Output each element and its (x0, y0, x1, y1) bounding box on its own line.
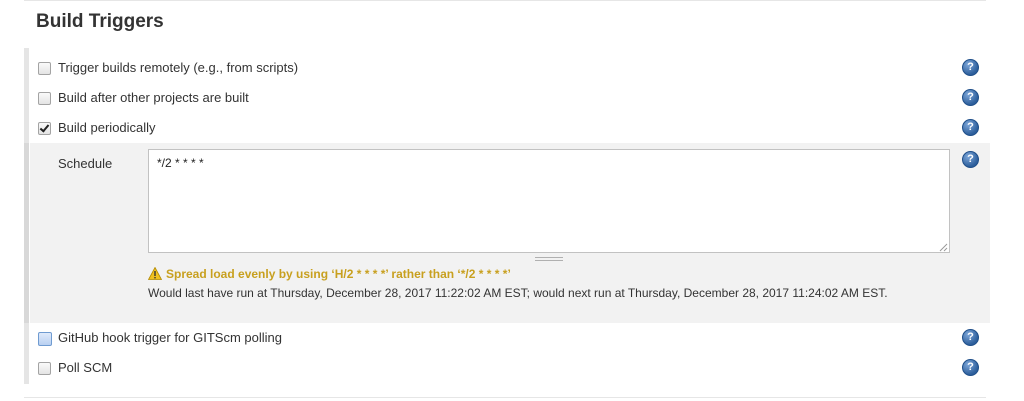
help-icon[interactable]: ? (962, 329, 979, 346)
trigger-remote-label[interactable]: Trigger builds remotely (e.g., from scri… (58, 59, 298, 77)
warning-icon (148, 267, 162, 280)
textarea-grip-handle[interactable] (535, 257, 563, 261)
section-top-divider (24, 0, 986, 1)
trigger-github-hook-checkbox[interactable] (38, 332, 52, 346)
trigger-periodically-label[interactable]: Build periodically (58, 119, 156, 137)
trigger-periodically-checkbox[interactable] (38, 122, 51, 135)
schedule-textarea[interactable]: */2 * * * * (148, 149, 950, 253)
section-title: Build Triggers (36, 11, 164, 32)
trigger-after-other-label[interactable]: Build after other projects are built (58, 89, 249, 107)
trigger-github-hook-row: GitHub hook trigger for GITScm polling ? (30, 324, 990, 354)
help-icon[interactable]: ? (962, 59, 979, 76)
schedule-block: Schedule */2 * * * * ? Spread load evenl… (30, 143, 990, 323)
section-bottom-divider (24, 397, 986, 398)
resize-handle-icon[interactable] (938, 242, 948, 252)
trigger-github-hook-label[interactable]: GitHub hook trigger for GITScm polling (58, 329, 282, 347)
schedule-warning-text: Spread load evenly by using ‘H/2 * * * *… (166, 267, 511, 281)
trigger-remote-row: Trigger builds remotely (e.g., from scri… (30, 54, 990, 84)
trigger-poll-scm-label[interactable]: Poll SCM (58, 359, 112, 377)
schedule-warning: Spread load evenly by using ‘H/2 * * * *… (148, 266, 511, 282)
help-icon[interactable]: ? (962, 151, 979, 168)
schedule-label: Schedule (58, 156, 113, 171)
trigger-remote-checkbox[interactable] (38, 62, 51, 75)
help-icon[interactable]: ? (962, 89, 979, 106)
schedule-run-info: Would last have run at Thursday, Decembe… (148, 286, 888, 300)
help-icon[interactable]: ? (962, 359, 979, 376)
trigger-after-other-checkbox[interactable] (38, 92, 51, 105)
trigger-periodically-row: Build periodically ? (30, 114, 990, 144)
schedule-indent-bar (24, 143, 29, 323)
trigger-poll-scm-row: Poll SCM ? (30, 354, 990, 384)
help-icon[interactable]: ? (962, 119, 979, 136)
trigger-after-other-row: Build after other projects are built ? (30, 84, 990, 114)
trigger-poll-scm-checkbox[interactable] (38, 362, 51, 375)
